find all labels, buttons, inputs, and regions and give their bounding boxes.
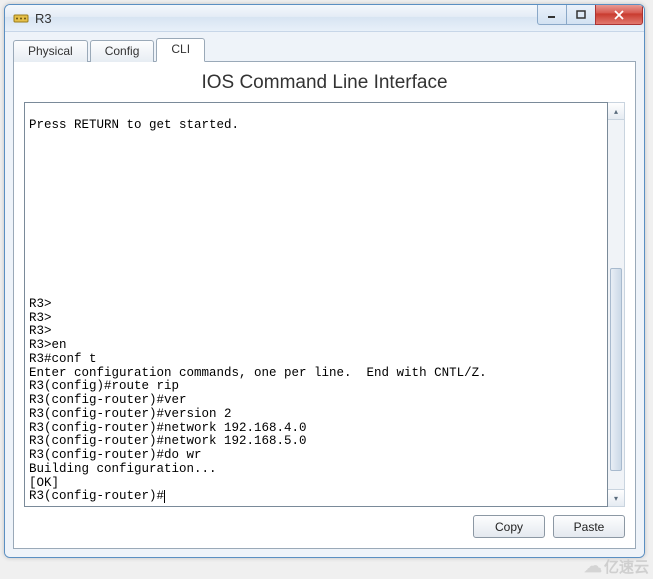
panel-title: IOS Command Line Interface [24, 68, 625, 102]
terminal-container: Press RETURN to get started. R3> R3> R3>… [24, 102, 625, 507]
tab-physical[interactable]: Physical [13, 40, 88, 62]
close-icon [613, 10, 625, 20]
minimize-icon [547, 10, 557, 20]
paste-button[interactable]: Paste [553, 515, 625, 538]
scroll-thumb[interactable] [610, 268, 622, 471]
minimize-button[interactable] [537, 5, 567, 25]
content-area: Physical Config CLI IOS Command Line Int… [5, 32, 644, 557]
window-controls [538, 5, 643, 25]
watermark: ☁ 亿速云 [584, 556, 649, 577]
watermark-text: 亿速云 [604, 556, 649, 577]
cli-panel: IOS Command Line Interface Press RETURN … [13, 61, 636, 549]
tab-cli[interactable]: CLI [156, 38, 205, 62]
vertical-scrollbar[interactable]: ▴ ▾ [608, 102, 625, 507]
terminal[interactable]: Press RETURN to get started. R3> R3> R3>… [24, 102, 608, 507]
maximize-icon [576, 10, 586, 20]
tab-config[interactable]: Config [90, 40, 155, 62]
cloud-icon: ☁ [584, 556, 602, 577]
scroll-track[interactable] [608, 120, 624, 489]
terminal-cursor [164, 490, 165, 503]
titlebar[interactable]: R3 [5, 5, 644, 32]
app-icon [13, 10, 29, 26]
copy-button[interactable]: Copy [473, 515, 545, 538]
scroll-up-button[interactable]: ▴ [608, 103, 624, 120]
close-button[interactable] [595, 5, 643, 25]
terminal-output: Press RETURN to get started. R3> R3> R3>… [29, 118, 487, 503]
window-title: R3 [35, 11, 538, 26]
app-window: R3 Physical Config CLI IOS Command Line … [4, 4, 645, 558]
chevron-down-icon: ▾ [614, 494, 618, 503]
tab-strip: Physical Config CLI [13, 38, 636, 62]
scroll-down-button[interactable]: ▾ [608, 489, 624, 506]
button-row: Copy Paste [24, 507, 625, 538]
maximize-button[interactable] [566, 5, 596, 25]
chevron-up-icon: ▴ [614, 107, 618, 116]
